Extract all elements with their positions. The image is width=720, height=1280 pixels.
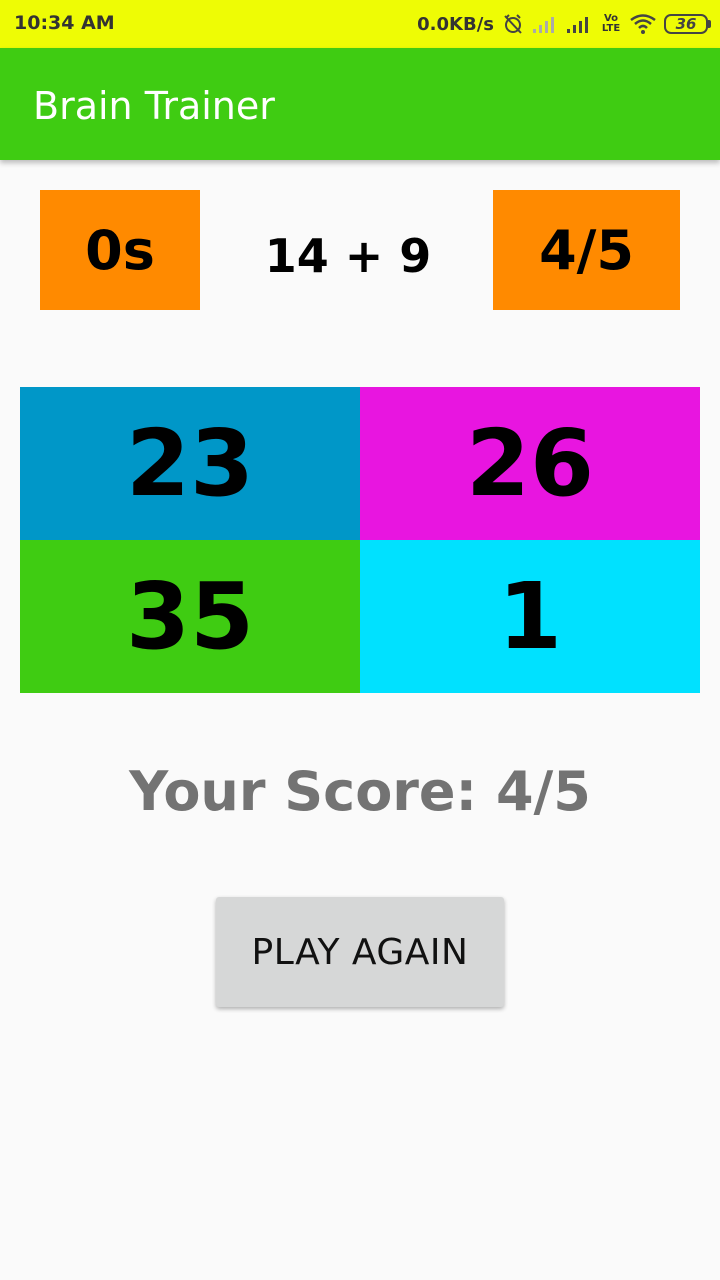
- wifi-icon: [630, 14, 656, 34]
- answers-grid: 23 26 35 1: [20, 387, 700, 693]
- timer-display: 0s: [40, 190, 200, 310]
- score-display: 4/5: [493, 190, 680, 310]
- signal-icon: [566, 14, 592, 34]
- battery-icon: 36: [664, 14, 711, 34]
- answer-button-4[interactable]: 1: [360, 540, 700, 693]
- answer-button-2[interactable]: 26: [360, 387, 700, 540]
- status-time: 10:34 AM: [14, 12, 115, 34]
- question-text: 14 + 9: [264, 229, 432, 283]
- volte-icon: Vo LTE: [601, 13, 621, 34]
- network-speed: 0.0KB/s: [417, 13, 494, 35]
- status-bar: 10:34 AM 0.0KB/s Vo LTE 36: [0, 0, 720, 48]
- answer-button-3[interactable]: 35: [20, 540, 360, 693]
- signal-icon: [532, 14, 558, 34]
- app-bar: Brain Trainer: [0, 48, 720, 160]
- status-icons: 0.0KB/s Vo LTE 36: [417, 10, 711, 38]
- result-text: Your Score: 4/5: [129, 760, 591, 823]
- alarm-off-icon: [502, 13, 524, 35]
- app-title: Brain Trainer: [33, 84, 275, 128]
- play-again-button[interactable]: PLAY AGAIN: [216, 897, 504, 1007]
- answer-button-1[interactable]: 23: [20, 387, 360, 540]
